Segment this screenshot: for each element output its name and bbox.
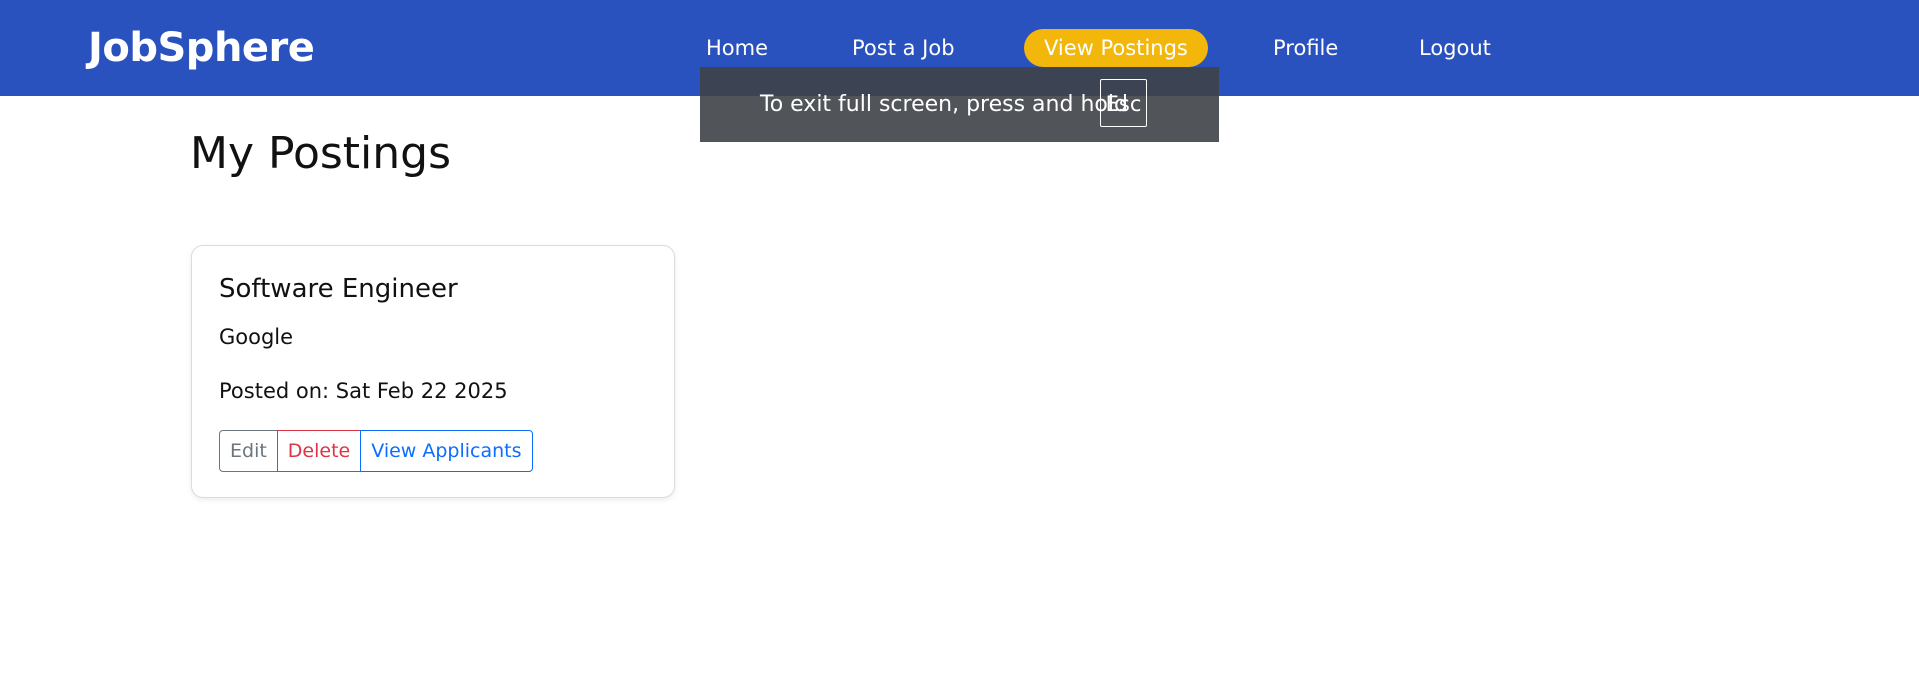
posting-card: Software Engineer Google Posted on: Sat … — [191, 245, 675, 498]
view-applicants-button[interactable]: View Applicants — [360, 430, 533, 472]
brand-logo[interactable]: JobSphere — [88, 22, 315, 74]
esc-key-badge: Esc — [1100, 79, 1147, 127]
nav-view-postings[interactable]: View Postings — [1024, 29, 1208, 67]
page-title: My Postings — [190, 128, 452, 179]
fullscreen-exit-notice: To exit full screen, press and hold Esc — [700, 67, 1219, 142]
posting-title: Software Engineer — [219, 274, 458, 304]
edit-button[interactable]: Edit — [219, 430, 278, 472]
posting-company: Google — [219, 325, 294, 349]
nav-home[interactable]: Home — [706, 29, 768, 67]
posting-date: Posted on: Sat Feb 22 2025 — [219, 379, 508, 403]
delete-button[interactable]: Delete — [276, 430, 362, 472]
nav-logout[interactable]: Logout — [1419, 29, 1491, 67]
posting-actions: Edit Delete View Applicants — [219, 430, 533, 472]
nav-profile[interactable]: Profile — [1273, 29, 1338, 67]
fullscreen-notice-text: To exit full screen, press and hold — [760, 92, 1128, 117]
nav-post-a-job[interactable]: Post a Job — [852, 29, 955, 67]
